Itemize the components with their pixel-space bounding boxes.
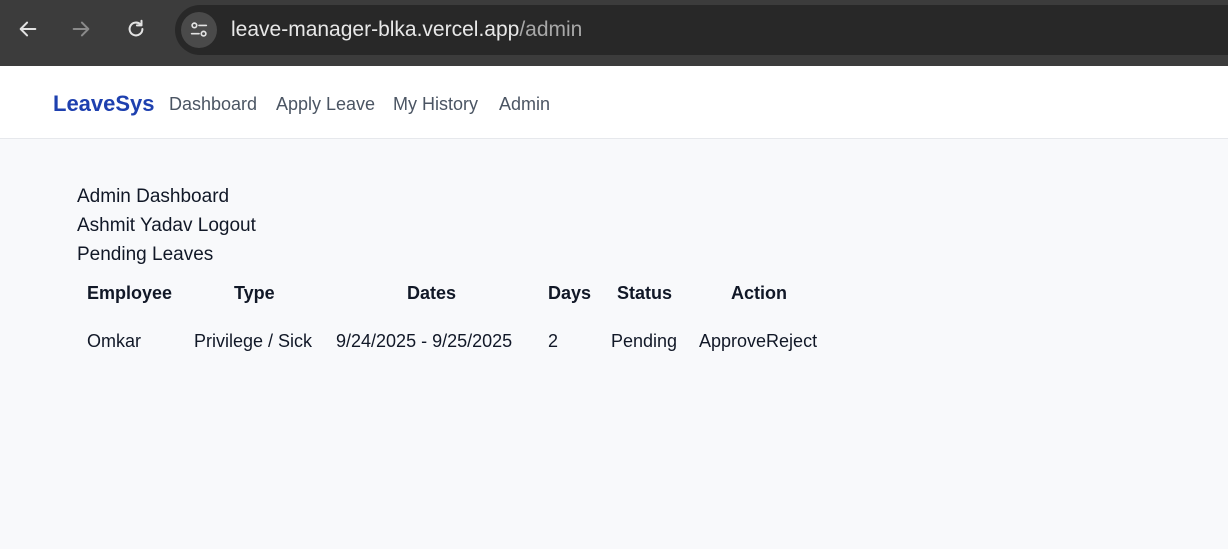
back-arrow-icon [19,21,37,37]
reject-button[interactable]: Reject [766,331,817,351]
forward-arrow-icon [72,21,90,37]
reload-button[interactable] [121,14,151,44]
nav-link-dashboard[interactable]: Dashboard [169,93,257,115]
url-host: leave-manager-blka.vercel.app [231,18,520,41]
cell-action: ApproveReject [699,330,817,352]
url-text[interactable]: leave-manager-blka.vercel.app/admin [231,18,582,42]
column-header-employee: Employee [87,283,173,303]
nav-link-admin[interactable]: Admin [499,93,550,115]
status-badge: Pending [611,331,678,351]
user-name: Ashmit Yadav [77,215,193,236]
column-header-dates: Dates [407,283,457,303]
cell-type: Privilege / Sick [194,331,313,351]
cell-employee: Omkar [87,331,141,351]
column-header-type: Type [234,283,275,303]
column-header-action: Action [731,283,787,303]
page-title: Admin Dashboard [77,186,230,207]
nav-link-my-history[interactable]: My History [393,93,478,115]
url-path: /admin [519,18,583,41]
brand-logo[interactable]: LeaveSys [53,91,155,117]
logout-button[interactable]: Logout [198,215,256,236]
cell-days: 2 [548,331,559,351]
app-navbar: LeaveSys Dashboard Apply Leave My Histor… [0,66,1228,139]
back-button[interactable] [13,14,43,44]
nav-link-apply-leave[interactable]: Apply Leave [276,93,375,115]
site-settings-icon [190,22,208,37]
site-settings-button[interactable] [181,12,217,48]
section-title: Pending Leaves [77,244,214,265]
forward-button[interactable] [66,14,96,44]
cell-dates: 9/24/2025 - 9/25/2025 [336,331,513,351]
reload-icon [128,19,144,37]
column-header-days: Days [548,283,592,303]
user-bar: Ashmit Yadav Logout [77,215,256,237]
approve-button[interactable]: Approve [699,331,766,351]
column-header-status: Status [617,283,673,303]
